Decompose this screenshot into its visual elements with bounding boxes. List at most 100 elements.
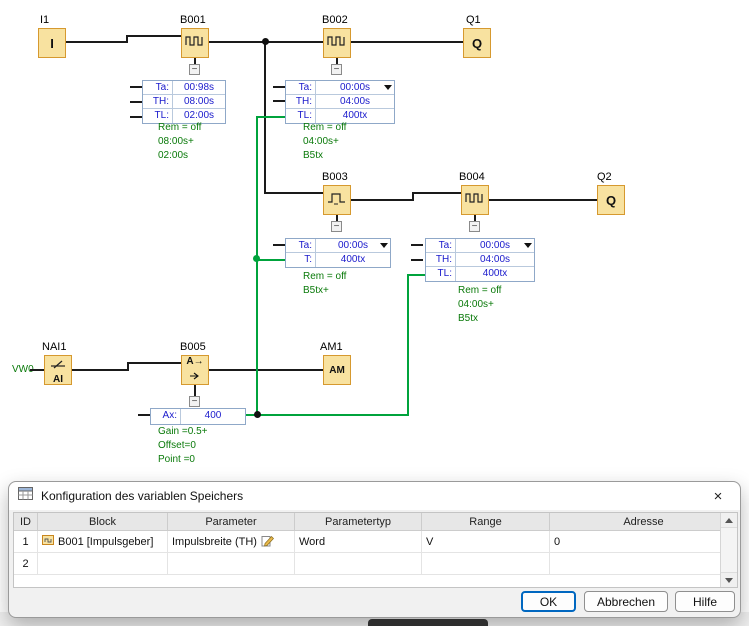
block-nai1-text: AI bbox=[53, 374, 63, 385]
dropdown-arrow-icon[interactable] bbox=[524, 243, 532, 248]
block-i1[interactable]: I bbox=[38, 28, 66, 58]
pin-tick bbox=[273, 244, 285, 246]
cell-parameter[interactable]: Impulsbreite (TH) bbox=[168, 531, 295, 552]
param-value[interactable]: 400tx bbox=[456, 267, 534, 281]
block-b002[interactable] bbox=[323, 28, 351, 58]
param-note: Rem = off bbox=[303, 122, 346, 133]
block-label-b004: B004 bbox=[459, 171, 485, 183]
wire-segment bbox=[127, 362, 181, 364]
column-header-block[interactable]: Block bbox=[38, 513, 168, 530]
wire-segment-green bbox=[407, 274, 425, 276]
scrollbar[interactable] bbox=[720, 513, 737, 587]
column-header-id[interactable]: ID bbox=[14, 513, 38, 530]
param-value[interactable]: 00:98s bbox=[173, 81, 225, 94]
param-note: B5tx+ bbox=[303, 285, 329, 296]
close-icon[interactable]: × bbox=[704, 485, 732, 507]
param-note: 08:00s+ bbox=[158, 136, 194, 147]
block-nai1[interactable]: AI bbox=[44, 355, 72, 385]
param-label: TL: bbox=[286, 109, 316, 123]
block-b001[interactable] bbox=[181, 28, 209, 58]
pin-tick bbox=[273, 86, 285, 88]
wire-segment-green bbox=[256, 116, 258, 416]
pin-tick bbox=[273, 100, 285, 102]
wire-segment-green bbox=[256, 259, 285, 261]
param-value[interactable]: 00:00s bbox=[456, 239, 534, 252]
param-label: TL: bbox=[426, 267, 456, 281]
param-label: TH: bbox=[143, 95, 173, 108]
taskbar-fragment[interactable] bbox=[368, 619, 488, 626]
dialog-titlebar[interactable]: Konfiguration des variablen Speichers × bbox=[9, 482, 740, 510]
collapse-button-b005[interactable]: − bbox=[189, 396, 200, 407]
pin-tick bbox=[130, 101, 142, 103]
column-header-parameter[interactable]: Parameter bbox=[168, 513, 295, 530]
logo-soft-comfort-window: I1 B001 B002 Q1 B003 B004 Q2 NAI1 B005 A… bbox=[0, 0, 749, 626]
param-note: 02:00s bbox=[158, 150, 188, 161]
param-value[interactable]: 04:00s bbox=[316, 95, 394, 108]
wire-segment bbox=[66, 41, 127, 43]
param-value[interactable]: 400tx bbox=[316, 109, 394, 123]
amplifier-arrow-icon bbox=[189, 367, 201, 385]
pulse-train-icon bbox=[185, 34, 205, 53]
param-value[interactable]: 00:00s bbox=[316, 239, 390, 252]
param-value[interactable]: 00:00s bbox=[316, 81, 394, 94]
block-label-i1: I1 bbox=[40, 14, 49, 26]
param-value[interactable]: 08:00s bbox=[173, 95, 225, 108]
param-row: TH: 04:00s bbox=[286, 95, 394, 109]
dropdown-arrow-icon[interactable] bbox=[380, 243, 388, 248]
param-note: Point =0 bbox=[158, 454, 195, 465]
wire-segment-green bbox=[407, 274, 409, 416]
pulse-train-icon bbox=[327, 34, 347, 53]
param-label: Ta: bbox=[426, 239, 456, 252]
block-label-b001: B001 bbox=[180, 14, 206, 26]
wire-segment bbox=[489, 199, 597, 201]
edit-icon[interactable] bbox=[261, 534, 274, 550]
block-i1-text: I bbox=[50, 37, 54, 50]
param-label: T: bbox=[286, 253, 316, 267]
dialog-title: Konfiguration des variablen Speichers bbox=[41, 489, 243, 503]
scroll-up-icon[interactable] bbox=[721, 513, 737, 528]
ok-button[interactable]: OK bbox=[521, 591, 576, 612]
cell-block-text: B001 [Impulsgeber] bbox=[58, 536, 153, 548]
analog-input-icon bbox=[50, 356, 66, 374]
param-box-b005: Ax: 400 bbox=[150, 408, 246, 425]
wire-segment bbox=[351, 199, 414, 201]
collapse-button-b002[interactable]: − bbox=[331, 64, 342, 75]
cancel-button[interactable]: Abbrechen bbox=[584, 591, 668, 612]
cell-range bbox=[422, 553, 550, 574]
collapse-button-b001[interactable]: − bbox=[189, 64, 200, 75]
column-header-range[interactable]: Range bbox=[422, 513, 550, 530]
param-value[interactable]: 400 bbox=[181, 409, 245, 424]
block-label-b005: B005 bbox=[180, 341, 206, 353]
block-b003[interactable] bbox=[323, 185, 351, 215]
help-button[interactable]: Hilfe bbox=[675, 591, 735, 612]
block-b004[interactable] bbox=[461, 185, 489, 215]
param-row: TH: 04:00s bbox=[426, 253, 534, 267]
collapse-button-b004[interactable]: − bbox=[469, 221, 480, 232]
block-am1-text: AM bbox=[329, 365, 345, 376]
table-row[interactable]: 2 bbox=[14, 553, 737, 575]
scroll-down-icon[interactable] bbox=[721, 572, 737, 587]
block-q1[interactable]: Q bbox=[463, 28, 491, 58]
pin-tick bbox=[411, 259, 423, 261]
param-note: 04:00s+ bbox=[303, 136, 339, 147]
block-b005[interactable]: A→ bbox=[181, 355, 209, 385]
table-row[interactable]: 1 B001 [Impulsgeber] Impulsbreite (TH) W… bbox=[14, 531, 737, 553]
cell-id: 1 bbox=[14, 531, 38, 552]
param-note: 04:00s+ bbox=[458, 299, 494, 310]
param-value[interactable]: 02:00s bbox=[173, 109, 225, 123]
column-header-parametertyp[interactable]: Parametertyp bbox=[295, 513, 422, 530]
column-header-adresse[interactable]: Adresse bbox=[550, 513, 737, 530]
dropdown-arrow-icon[interactable] bbox=[384, 85, 392, 90]
block-label-q1: Q1 bbox=[466, 14, 481, 26]
block-am1[interactable]: AM bbox=[323, 355, 351, 385]
cell-id: 2 bbox=[14, 553, 38, 574]
param-note: Rem = off bbox=[158, 122, 201, 133]
param-value[interactable]: 400tx bbox=[316, 253, 390, 267]
cell-adresse bbox=[550, 553, 737, 574]
block-b005-text: A→ bbox=[186, 356, 203, 367]
collapse-button-b003[interactable]: − bbox=[331, 221, 342, 232]
pin-tick bbox=[130, 116, 142, 118]
param-value[interactable]: 04:00s bbox=[456, 253, 534, 266]
wire-segment bbox=[72, 369, 128, 371]
block-q2[interactable]: Q bbox=[597, 185, 625, 215]
